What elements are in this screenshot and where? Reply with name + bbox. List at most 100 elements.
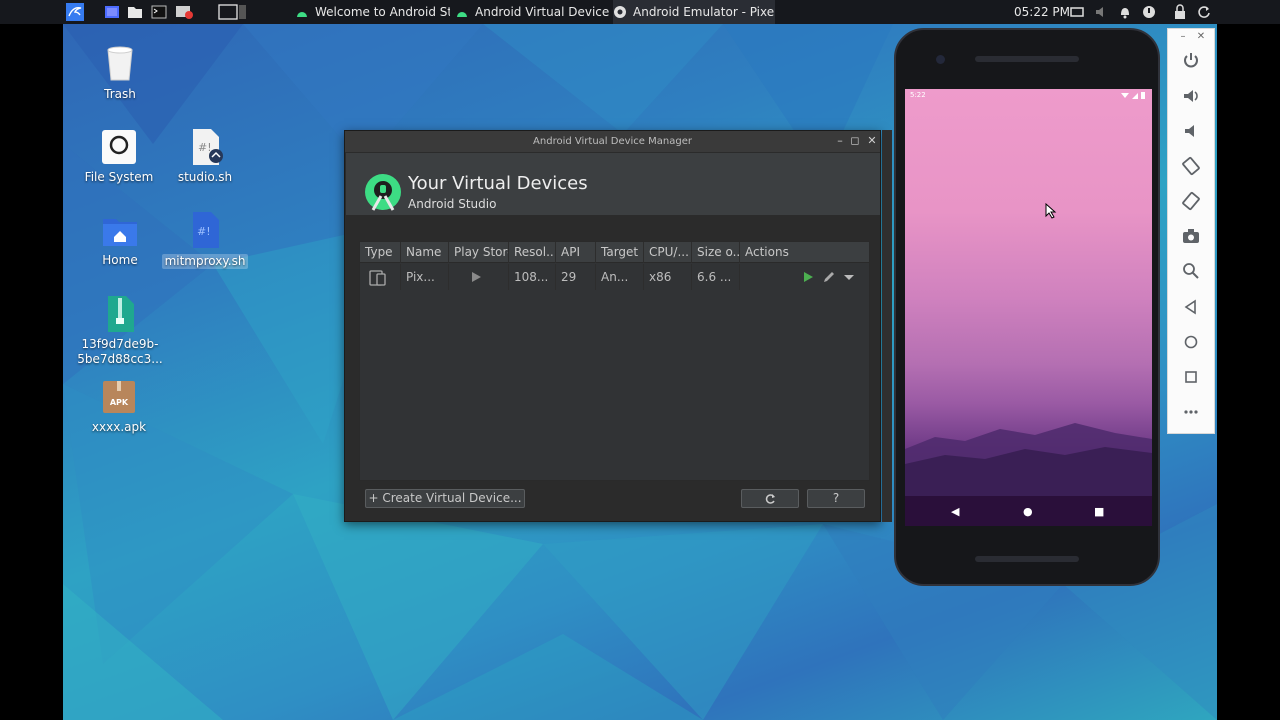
minimize-icon[interactable]: – — [833, 134, 847, 148]
desktop-icon-label: Home — [102, 253, 138, 267]
plus-icon: + — [368, 491, 379, 505]
display-icon[interactable] — [1070, 4, 1084, 20]
maximize-icon[interactable]: ◻ — [848, 134, 862, 148]
terminal-icon[interactable] — [151, 4, 167, 20]
status-icons — [1121, 92, 1145, 99]
desktop-icon-archive[interactable]: 13f9d7de9b- 5be7d88cc3... — [75, 294, 165, 367]
column-header-type[interactable]: Type — [360, 242, 401, 263]
column-header-cpu[interactable]: CPU/... — [644, 242, 692, 263]
recents-icon[interactable]: ■ — [1094, 505, 1104, 518]
top-panel: Welcome to Android Stu... Android Virtua… — [0, 0, 1280, 24]
play-store-cell — [449, 264, 509, 290]
column-header-play-store[interactable]: Play Store — [449, 242, 509, 263]
script-file-icon: #! — [185, 127, 225, 167]
edit-pencil-icon[interactable] — [822, 270, 836, 284]
create-virtual-device-button[interactable]: + Create Virtual Device... — [365, 489, 525, 508]
column-header-size[interactable]: Size o... — [692, 242, 740, 263]
zoom-icon[interactable] — [1180, 260, 1202, 282]
file-system-icon — [99, 127, 139, 167]
rotate-right-icon[interactable] — [1180, 190, 1202, 212]
column-header-name[interactable]: Name — [401, 242, 449, 263]
resolution-cell: 108... — [509, 264, 556, 290]
toolbar-minimize-icon[interactable]: – — [1176, 31, 1190, 42]
overview-square-icon[interactable] — [1180, 366, 1202, 388]
table-row[interactable]: Pix... 108... 29 An... x86 6.6 ... — [360, 264, 869, 290]
help-button[interactable]: ? — [807, 489, 865, 508]
panel-clock[interactable]: 05:22 PM — [1014, 0, 1070, 24]
show-desktop-icon[interactable] — [104, 4, 120, 20]
volume-up-icon[interactable] — [1180, 85, 1202, 107]
mountains-wallpaper — [905, 423, 1152, 509]
desktop-icon-trash[interactable]: Trash — [75, 44, 165, 102]
desktop-icon-home[interactable]: Home — [75, 210, 165, 268]
emulator-toolbar: – ✕ — [1167, 28, 1215, 434]
screenshot-camera-icon[interactable] — [1180, 225, 1202, 247]
archive-file-icon — [100, 294, 140, 334]
device-name-cell: Pix... — [401, 264, 449, 290]
avd-manager-window: Android Virtual Device Manager – ◻ ✕ You… — [344, 130, 881, 522]
volume-down-icon[interactable] — [1180, 120, 1202, 142]
window-title[interactable]: Android Virtual Device Manager — [345, 131, 880, 152]
api-cell: 29 — [556, 264, 596, 290]
close-icon[interactable]: ✕ — [865, 134, 879, 148]
bottom-speaker — [975, 556, 1079, 562]
chevron-down-icon[interactable] — [842, 270, 856, 284]
screen-recorder-icon[interactable] — [175, 4, 193, 20]
taskbar-item-label: Welcome to Android Stu... — [315, 5, 450, 19]
scrollbar[interactable] — [882, 130, 892, 522]
taskbar-item-android-emulator[interactable]: Android Emulator - Pixel... — [613, 0, 775, 24]
desktop-icon-studio-sh[interactable]: #! studio.sh — [160, 127, 250, 185]
taskbar-item-avd-manager[interactable]: Android Virtual Device ... — [455, 0, 610, 24]
back-icon[interactable]: ◀ — [951, 505, 959, 518]
rotate-left-icon[interactable] — [1180, 155, 1202, 177]
lock-screen-icon[interactable] — [1173, 4, 1187, 20]
phone-screen[interactable]: 5:22 ◀ ● ■ — [905, 89, 1152, 526]
more-options-icon[interactable] — [1180, 401, 1202, 423]
table-header: Type Name Play Store Resol... API Target… — [360, 242, 869, 263]
emulator-phone: 5:22 ◀ ● ■ — [894, 28, 1160, 586]
taskbar-item-welcome-android-studio[interactable]: Welcome to Android Stu... — [295, 0, 450, 24]
play-store-icon — [472, 272, 481, 282]
page-title: Your Virtual Devices — [408, 173, 588, 194]
desktop-icon-label: xxxx.apk — [91, 420, 147, 434]
top-speaker — [975, 56, 1079, 62]
column-header-resolution[interactable]: Resol... — [509, 242, 556, 263]
android-icon — [455, 5, 469, 19]
launch-play-icon[interactable] — [801, 270, 815, 284]
create-virtual-device-label: Create Virtual Device... — [382, 491, 522, 505]
home-circle-icon[interactable] — [1180, 331, 1202, 353]
desktop-icon-label: File System — [84, 170, 154, 184]
back-triangle-icon[interactable] — [1180, 296, 1202, 318]
desktop-icon-mitmproxy-sh[interactable]: #! mitmproxy.sh — [160, 210, 250, 269]
svg-text:#!: #! — [197, 225, 211, 238]
file-manager-icon[interactable] — [127, 4, 143, 20]
home-icon[interactable]: ● — [1023, 505, 1033, 518]
column-header-target[interactable]: Target — [596, 242, 644, 263]
desktop-icon-apk[interactable]: APK xxxx.apk — [74, 377, 164, 435]
status-bar-time: 5:22 — [910, 91, 926, 99]
script-file-icon: #! — [185, 210, 225, 250]
front-camera — [936, 55, 945, 64]
emulator-icon — [613, 5, 627, 19]
screen: Trash File System #! studio.sh Home #! m… — [0, 0, 1280, 720]
volume-icon[interactable] — [1094, 4, 1108, 20]
desktop-icon-label: studio.sh — [177, 170, 233, 184]
column-header-actions[interactable]: Actions — [740, 242, 871, 263]
desktop-icon-file-system[interactable]: File System — [74, 127, 164, 185]
toolbar-close-icon[interactable]: ✕ — [1194, 31, 1208, 42]
taskbar-item-label: Android Emulator - Pixel... — [633, 5, 775, 19]
logout-icon[interactable] — [1197, 4, 1211, 20]
power-manager-icon[interactable] — [1142, 4, 1156, 20]
target-cell: An... — [596, 264, 644, 290]
android-studio-logo-icon — [363, 172, 403, 212]
apk-badge: APK — [109, 398, 129, 407]
phone-tablet-icon — [369, 270, 386, 286]
workspace-switcher-icon[interactable] — [218, 4, 248, 20]
kali-menu-icon[interactable] — [66, 3, 84, 21]
power-icon[interactable] — [1180, 50, 1202, 72]
size-cell: 6.6 ... — [692, 264, 740, 290]
column-header-api[interactable]: API — [556, 242, 596, 263]
desktop-icon-label: Trash — [104, 87, 136, 101]
notifications-icon[interactable] — [1118, 4, 1132, 20]
refresh-button[interactable] — [741, 489, 799, 508]
